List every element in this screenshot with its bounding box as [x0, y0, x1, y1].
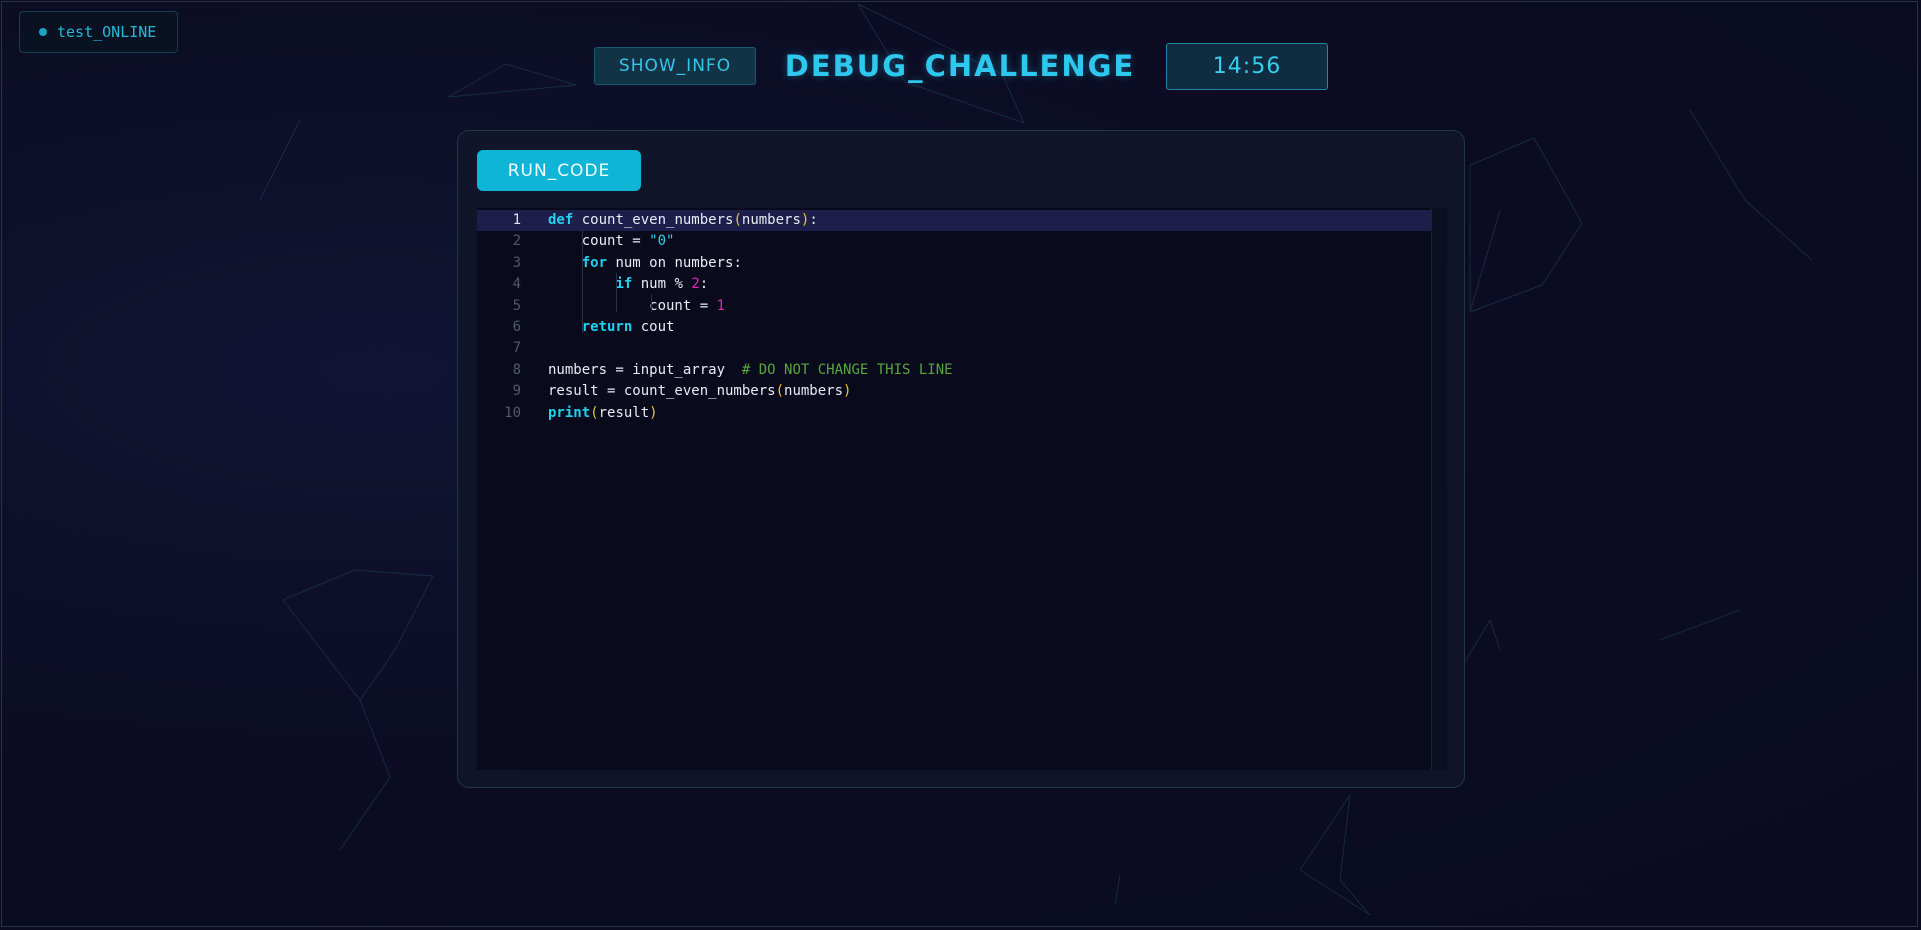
code-token: num on numbers: — [607, 254, 742, 271]
line-number: 9 — [512, 383, 521, 400]
code-token: ( — [590, 404, 599, 421]
code-text: count = "0" — [548, 231, 675, 252]
code-editor[interactable]: 10 print(result) 9 result = count_even_numb… — [477, 208, 1447, 770]
line-number: 2 — [512, 233, 521, 250]
code-line[interactable]: 7 — [477, 338, 1432, 359]
code-token: ( — [733, 212, 742, 228]
code-text: for num on numbers: — [548, 253, 742, 274]
code-token: return — [581, 319, 633, 335]
code-token: count = — [548, 233, 650, 250]
code-token: : — [699, 276, 709, 293]
code-text: print(result) — [548, 403, 658, 424]
code-token: num % — [632, 276, 692, 293]
code-token: print — [548, 404, 591, 421]
line-number: 4 — [512, 276, 521, 293]
code-text: count = 1 — [548, 296, 725, 317]
code-token: 1 — [716, 297, 726, 314]
line-number: 1 — [512, 212, 521, 228]
code-line[interactable]: 4 if num % 2: — [477, 274, 1432, 295]
code-line[interactable]: 6 return cout — [477, 317, 1432, 338]
code-text: if num % 2: — [548, 274, 708, 295]
line-number: 7 — [512, 340, 521, 357]
line-number: 5 — [512, 297, 521, 314]
line-number: 10 — [504, 404, 521, 421]
code-text: result = count_even_numbers(numbers) — [548, 381, 851, 402]
code-token: : — [809, 212, 818, 228]
code-line[interactable]: 1 def count_even_numbers(numbers): — [477, 210, 1432, 231]
code-text: return cout — [548, 317, 675, 338]
code-text: def count_even_numbers(numbers): — [548, 210, 818, 231]
code-token: def — [548, 212, 574, 228]
code-token: result = count_even_numbers — [548, 383, 776, 400]
countdown-timer: 14:56 — [1166, 43, 1328, 90]
code-token: if — [615, 276, 633, 293]
status-dot-icon — [39, 28, 47, 36]
code-token: count_even_numbers — [573, 212, 734, 228]
code-line[interactable]: 8 numbers = input_array # DO NOT CHANGE T… — [477, 360, 1432, 381]
run-code-button[interactable]: RUN_CODE — [477, 150, 641, 191]
line-number: 8 — [512, 361, 521, 378]
code-token: count = — [548, 297, 717, 314]
page-title: DEBUG_CHALLENGE — [784, 49, 1136, 83]
code-token: numbers = input_array — [548, 361, 742, 378]
editor-scrollbar[interactable] — [1431, 208, 1447, 770]
code-token: for — [581, 254, 608, 271]
code-token: 2 — [691, 276, 700, 293]
show-info-button[interactable]: SHOW_INFO — [594, 47, 756, 85]
code-token: ( — [775, 383, 785, 400]
code-token: numbers — [741, 212, 801, 228]
code-line[interactable]: 9 result = count_even_numbers(numbers) — [477, 381, 1432, 402]
line-number: 6 — [512, 319, 521, 335]
code-token: numbers — [784, 383, 844, 400]
indent-guide — [582, 231, 583, 333]
code-token: cout — [632, 319, 675, 335]
line-number: 3 — [512, 254, 521, 271]
indent-guide — [651, 294, 652, 312]
connection-status-badge: test_ONLINE — [19, 11, 178, 53]
code-token: ) — [843, 383, 852, 400]
indent-guide — [616, 273, 617, 312]
code-text: numbers = input_array # DO NOT CHANGE TH… — [548, 360, 953, 381]
code-line[interactable]: 2 count = "0" — [477, 231, 1432, 252]
code-line[interactable]: 10 print(result) — [477, 403, 1432, 424]
editor-panel: RUN_CODE 10 print(result) 9 result = count_… — [457, 130, 1465, 788]
code-token: "0" — [649, 233, 675, 250]
code-token: result — [598, 404, 650, 421]
code-token: ) — [649, 404, 658, 421]
code-line[interactable]: 3 for num on numbers: — [477, 253, 1432, 274]
code-token: # DO NOT CHANGE THIS LINE — [741, 361, 953, 378]
code-line[interactable]: 5 count = 1 — [477, 296, 1432, 317]
status-label: test_ONLINE — [57, 23, 157, 41]
